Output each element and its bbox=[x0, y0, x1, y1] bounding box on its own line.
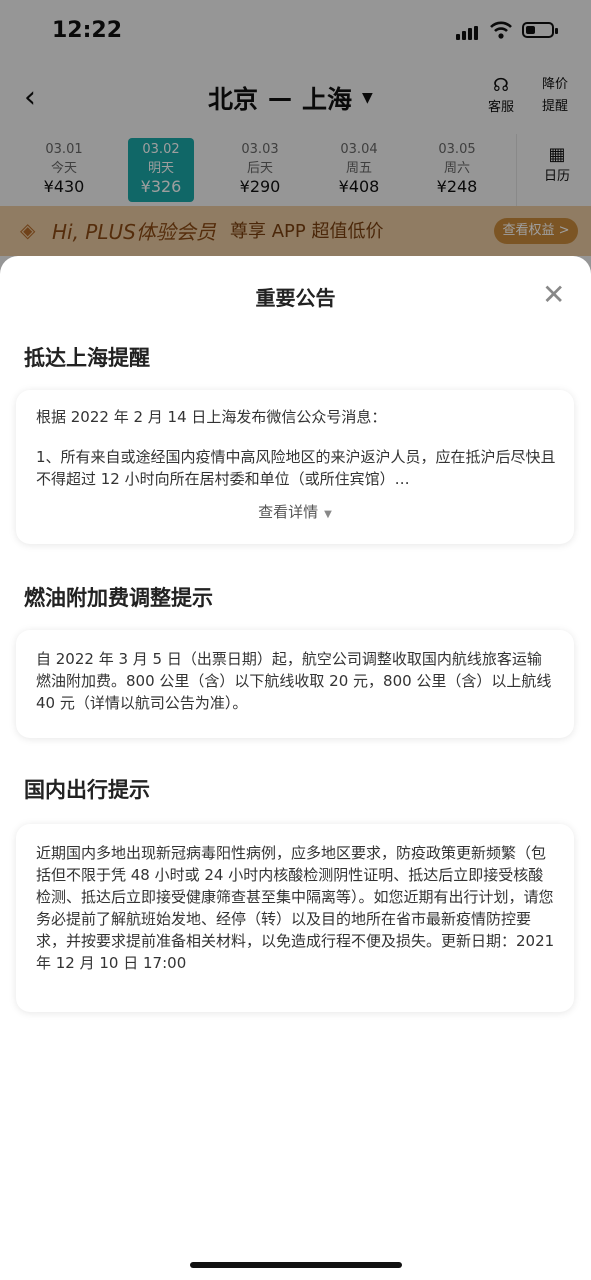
section-title-fuel: 燃油附加费调整提示 bbox=[24, 586, 213, 610]
notice-card-shanghai: 根据 2022 年 2 月 14 日上海发布微信公众号消息： 1、所有来自或途经… bbox=[16, 390, 574, 544]
notice-text: 自 2022 年 3 月 5 日（出票日期）起，航空公司调整收取国内航线旅客运输… bbox=[36, 650, 552, 712]
notice-text: 近期国内多地出现新冠病毒阳性病例，应多地区要求，防疫政策更新频繁（包括但不限于凭… bbox=[36, 844, 555, 972]
notice-card-fuel: 自 2022 年 3 月 5 日（出票日期）起，航空公司调整收取国内航线旅客运输… bbox=[16, 630, 574, 738]
section-title-domestic: 国内出行提示 bbox=[24, 778, 150, 802]
modal-backdrop[interactable] bbox=[0, 0, 591, 280]
notice-text: 1、所有来自或途经国内疫情中高风险地区的来沪返沪人员，应在抵沪后尽快且不得超过 … bbox=[36, 448, 556, 488]
caret-down-icon: ▼ bbox=[324, 509, 332, 520]
notice-card-domestic: 近期国内多地出现新冠病毒阳性病例，应多地区要求，防疫政策更新频繁（包括但不限于凭… bbox=[16, 824, 574, 1012]
announcement-sheet: 重要公告 ✕ 抵达上海提醒 根据 2022 年 2 月 14 日上海发布微信公众… bbox=[0, 256, 591, 1280]
sheet-title: 重要公告 bbox=[255, 286, 336, 310]
view-details-label: 查看详情 bbox=[258, 503, 319, 521]
notice-text: 根据 2022 年 2 月 14 日上海发布微信公众号消息： bbox=[36, 408, 387, 426]
home-indicator[interactable] bbox=[190, 1262, 402, 1268]
close-icon[interactable]: ✕ bbox=[542, 278, 565, 311]
view-details-button[interactable]: 查看详情 ▼ bbox=[16, 501, 574, 526]
section-title-shanghai: 抵达上海提醒 bbox=[24, 346, 150, 370]
